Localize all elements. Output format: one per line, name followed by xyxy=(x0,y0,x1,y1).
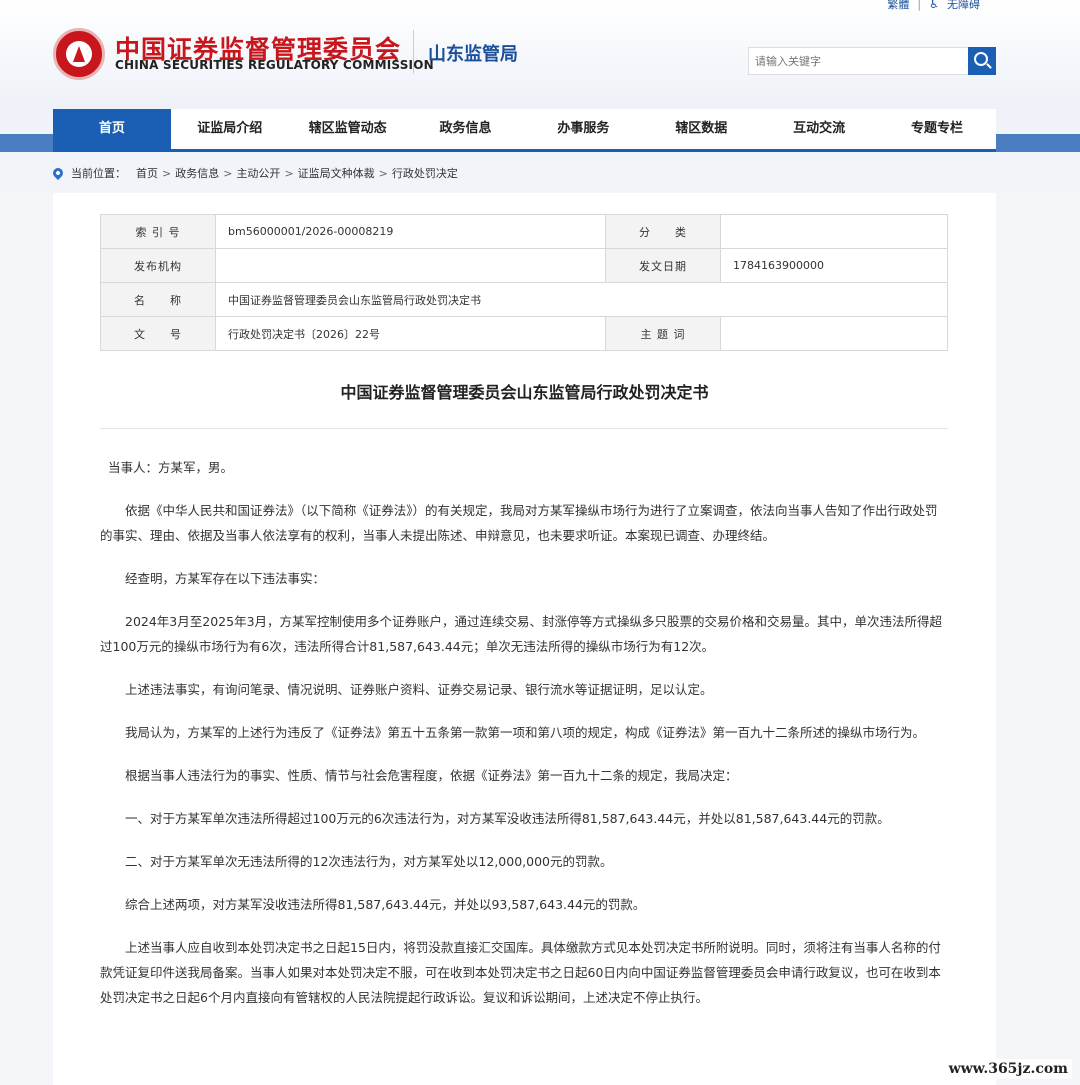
logo-english-name[interactable]: CHINA SECURITIES REGULATORY COMMISSION xyxy=(115,58,434,72)
top-utility-bar: 繁體 | ♿ 无障碍 xyxy=(887,0,980,10)
location-pin-icon xyxy=(50,165,66,181)
divider: | xyxy=(917,0,922,11)
breadcrumb-separator: > xyxy=(284,166,294,180)
search-button[interactable] xyxy=(968,47,996,75)
document-metadata-table: 索 引 号 bm56000001/2026-00008219 分 类 发布机构 … xyxy=(100,214,948,351)
article-paragraph: 一、对于方某军单次违法所得超过100万元的6次违法行为，对方某军没收违法所得81… xyxy=(125,811,890,826)
article-paragraph: 上述当事人应自收到本处罚决定书之日起15日内，将罚没款直接汇交国库。具体缴款方式… xyxy=(100,940,941,1005)
title-divider xyxy=(100,428,948,429)
nav-item[interactable]: 政务信息 xyxy=(407,109,525,149)
nav-item[interactable]: 专题专栏 xyxy=(878,109,996,149)
main-nav: 首页 证监局介绍 辖区监管动态 政务信息 办事服务 辖区数据 互动交流 专题专栏 xyxy=(53,109,996,152)
article-paragraph: 根据当事人违法行为的事实、性质、情节与社会危害程度，依据《证券法》第一百九十二条… xyxy=(125,768,738,783)
nav-item[interactable]: 证监局介绍 xyxy=(171,109,289,149)
breadcrumb: 当前位置： 首页 > 政务信息 > 主动公开 > 证监局文种体裁 > 行政处罚决定 xyxy=(50,163,458,183)
bureau-name: 山东监管局 xyxy=(428,44,518,65)
article-paragraph: 依据《中华人民共和国证券法》（以下简称《证券法》）的有关规定，我局对方某军操纵市… xyxy=(100,503,938,543)
article-title: 中国证券监督管理委员会山东监管局行政处罚决定书 xyxy=(340,383,709,402)
breadcrumb-link[interactable]: 主动公开 xyxy=(236,165,280,181)
breadcrumb-separator: > xyxy=(223,166,233,180)
nav-item[interactable]: 辖区数据 xyxy=(642,109,760,149)
index-number-label: 索 引 号 xyxy=(100,214,216,249)
article-paragraph: 综合上述两项，对方某军没收违法所得81,587,643.44元，并处以93,58… xyxy=(125,897,646,912)
document-name-value: 中国证券监督管理委员会山东监管局行政处罚决定书 xyxy=(215,282,948,317)
article-paragraph: 当事人：方某军，男。 xyxy=(108,460,234,475)
accessibility-icon: ♿ xyxy=(929,0,939,11)
article-body: 当事人：方某军，男。依据《中华人民共和国证券法》（以下简称《证券法》）的有关规定… xyxy=(100,455,948,1028)
article-paragraph: 经查明，方某军存在以下违法事实： xyxy=(125,571,326,586)
publisher-value xyxy=(215,248,606,283)
breadcrumb-link[interactable]: 首页 xyxy=(136,165,158,181)
document-name-label: 名 称 xyxy=(100,282,216,317)
breadcrumb-separator: > xyxy=(162,166,172,180)
site-watermark: www.365jz.com xyxy=(944,1059,1072,1079)
category-value xyxy=(720,214,948,249)
document-number-label: 文 号 xyxy=(100,316,216,351)
nav-item[interactable]: 辖区监管动态 xyxy=(289,109,407,149)
search-box xyxy=(748,47,996,75)
article-paragraph: 上述违法事实，有询问笔录、情况说明、证券账户资料、证券交易记录、银行流水等证据证… xyxy=(125,682,713,697)
breadcrumb-link[interactable]: 证监局文种体裁 xyxy=(298,165,375,181)
csrc-emblem-icon[interactable] xyxy=(53,28,105,80)
article-paragraph: 二、对于方某军单次无违法所得的12次违法行为，对方某军处以12,000,000元… xyxy=(125,854,613,869)
index-number-value: bm56000001/2026-00008219 xyxy=(215,214,606,249)
traditional-chinese-link[interactable]: 繁體 xyxy=(887,0,909,10)
breadcrumb-separator: > xyxy=(378,166,388,180)
breadcrumb-link[interactable]: 行政处罚决定 xyxy=(392,165,458,181)
accessibility-link[interactable]: 无障碍 xyxy=(947,0,980,10)
search-input[interactable] xyxy=(748,47,968,75)
subject-words-label: 主 题 词 xyxy=(605,316,721,351)
breadcrumb-link[interactable]: 政务信息 xyxy=(175,165,219,181)
article-container: 索 引 号 bm56000001/2026-00008219 分 类 发布机构 … xyxy=(53,193,996,1085)
subject-words-value xyxy=(720,316,948,351)
document-number-value: 行政处罚决定书〔2026〕22号 xyxy=(215,316,606,351)
site-header: 中国证券监督管理委员会 CHINA SECURITIES REGULATORY … xyxy=(53,26,996,86)
issue-date-value: 1784163900000 xyxy=(720,248,948,283)
nav-item[interactable]: 办事服务 xyxy=(525,109,643,149)
nav-item[interactable]: 首页 xyxy=(53,109,171,149)
article-paragraph: 我局认为，方某军的上述行为违反了《证券法》第五十五条第一款第一项和第八项的规定，… xyxy=(125,725,926,740)
issue-date-label: 发文日期 xyxy=(605,248,721,283)
nav-item[interactable]: 互动交流 xyxy=(760,109,878,149)
category-label: 分 类 xyxy=(605,214,721,249)
breadcrumb-prefix: 当前位置： xyxy=(71,167,126,180)
logo-divider xyxy=(413,30,414,74)
publisher-label: 发布机构 xyxy=(100,248,216,283)
article-paragraph: 2024年3月至2025年3月，方某军控制使用多个证券账户，通过连续交易、封涨停… xyxy=(100,614,943,654)
